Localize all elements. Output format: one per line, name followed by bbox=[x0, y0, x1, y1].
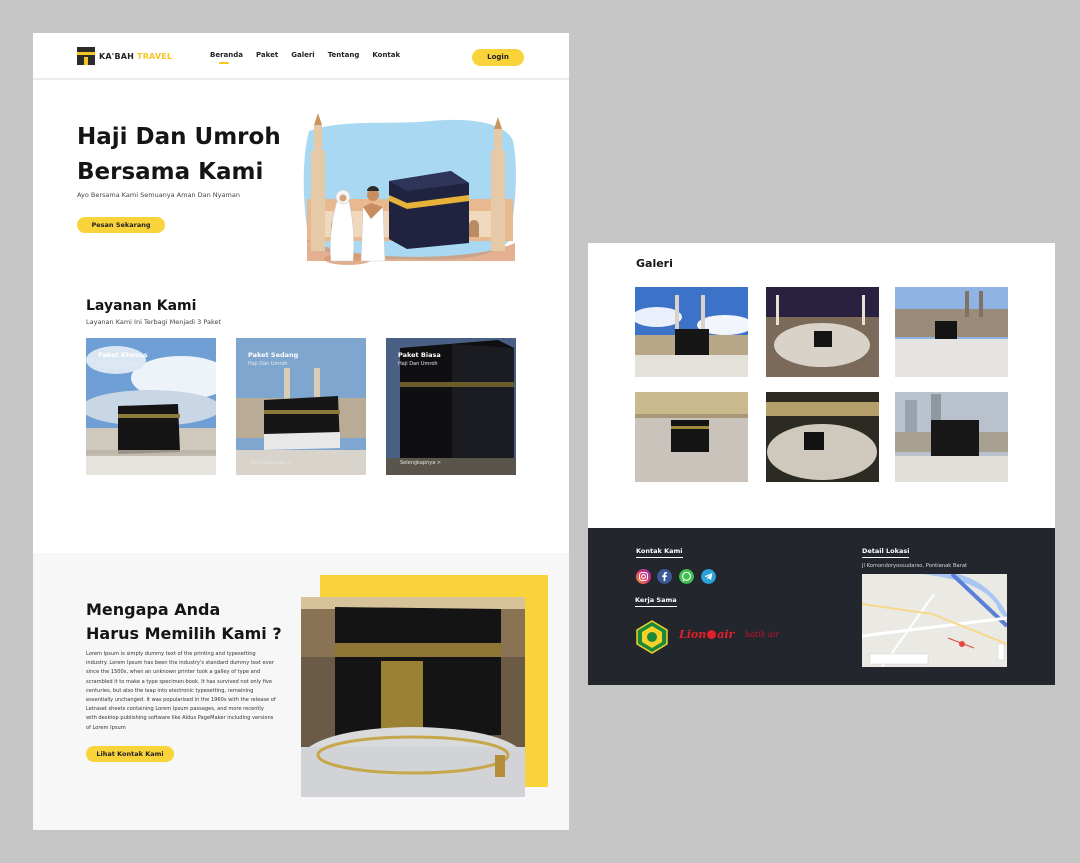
nav-link-kontak[interactable]: Kontak bbox=[372, 51, 400, 59]
view-contact-button[interactable]: Lihat Kontak Kami bbox=[86, 746, 174, 762]
contact-heading: Kontak Kami bbox=[636, 547, 683, 558]
whatsapp-icon[interactable] bbox=[679, 569, 694, 584]
nav-link-beranda[interactable]: Beranda bbox=[210, 51, 243, 64]
batik-air-logo: batik air bbox=[745, 630, 780, 639]
service-card-link[interactable]: Selengkapnya > bbox=[400, 460, 441, 466]
service-card-link[interactable]: Selengkapnya > bbox=[250, 460, 291, 466]
hero-title-line2: Bersama Kami bbox=[77, 159, 264, 185]
nav-menu: Beranda Paket Galeri Tentang Kontak bbox=[210, 51, 413, 64]
services-title: Layanan Kami bbox=[86, 298, 197, 314]
partners-heading: Kerja Sama bbox=[635, 596, 677, 607]
hero-subtitle: Ayo Bersama Kami Semuanya Aman Dan Nyama… bbox=[77, 191, 240, 199]
gallery-photo-2[interactable] bbox=[766, 287, 879, 377]
service-card-desc: Haji Dan Umroh bbox=[398, 361, 438, 367]
why-title-line1: Mengapa Anda bbox=[86, 600, 221, 619]
brand-logo[interactable]: KA'BAH TRAVEL bbox=[77, 47, 172, 65]
gallery-photo-6[interactable] bbox=[895, 392, 1008, 482]
why-body-text: Lorem Ipsum is simply dummy text of the … bbox=[86, 651, 276, 731]
facebook-icon[interactable] bbox=[657, 569, 672, 584]
lion-air-logo: Lion air bbox=[679, 628, 735, 641]
service-card-desc: Haji Dan Umroh bbox=[98, 361, 138, 367]
hero-title: Haji Dan Umroh Bersama Kami bbox=[77, 120, 307, 190]
gallery-photo-4[interactable] bbox=[635, 392, 748, 482]
gallery-footer-page: Galeri Kontak Kami Kerja Sama Lion air b… bbox=[588, 243, 1055, 685]
service-card-khusus[interactable]: Paket Khusus Haji Dan Umroh Selengkapnya… bbox=[86, 338, 216, 475]
nav-link-tentang[interactable]: Tentang bbox=[328, 51, 360, 59]
location-map[interactable] bbox=[862, 574, 1007, 667]
service-card-desc: Haji Dan Umroh bbox=[248, 361, 288, 367]
gallery-photo-1[interactable] bbox=[635, 287, 748, 377]
service-card-name: Paket Biasa bbox=[398, 351, 441, 359]
ministry-of-religion-logo bbox=[636, 620, 668, 654]
hero-title-line1: Haji Dan Umroh bbox=[77, 124, 281, 150]
order-now-button[interactable]: Pesan Sekarang bbox=[77, 217, 165, 233]
location-heading: Detail Lokasi bbox=[862, 547, 910, 558]
kaaba-closeup-photo bbox=[301, 597, 525, 797]
gallery-photo-5[interactable] bbox=[766, 392, 879, 482]
navbar: KA'BAH TRAVEL Beranda Paket Galeri Tenta… bbox=[33, 33, 569, 80]
nav-link-galeri[interactable]: Galeri bbox=[291, 51, 314, 59]
gallery-photo-3[interactable] bbox=[895, 287, 1008, 377]
landing-page: KA'BAH TRAVEL Beranda Paket Galeri Tenta… bbox=[33, 33, 569, 830]
service-card-name: Paket Khusus bbox=[98, 351, 148, 359]
why-title: Mengapa Anda Harus Memilih Kami ? bbox=[86, 598, 306, 646]
brand-name: KA'BAH TRAVEL bbox=[99, 51, 173, 61]
service-card-biasa[interactable]: Paket Biasa Haji Dan Umroh Selengkapnya … bbox=[386, 338, 516, 475]
service-card-sedang[interactable]: Paket Sedang Haji Dan Umroh Selengkapnya… bbox=[236, 338, 366, 475]
login-button[interactable]: Login bbox=[472, 49, 524, 66]
why-choose-us-section: Mengapa Anda Harus Memilih Kami ? Lorem … bbox=[33, 553, 569, 830]
service-card-name: Paket Sedang bbox=[248, 351, 299, 359]
services-subtitle: Layanan Kami Ini Terbagi Menjadi 3 Paket bbox=[86, 318, 222, 326]
location-address: Jl Komondoryossudarso, Pontianak Barat bbox=[862, 563, 968, 569]
footer: Kontak Kami Kerja Sama Lion air batik ai… bbox=[588, 528, 1055, 685]
hero-kaaba-illustration bbox=[303, 113, 516, 265]
telegram-icon[interactable] bbox=[701, 569, 716, 584]
gallery-title: Galeri bbox=[636, 257, 673, 270]
nav-link-paket[interactable]: Paket bbox=[256, 51, 278, 59]
instagram-icon[interactable] bbox=[636, 569, 651, 584]
why-title-line2: Harus Memilih Kami ? bbox=[86, 624, 282, 643]
kaaba-logo-icon bbox=[77, 47, 95, 65]
service-card-link[interactable]: Selengkapnya > bbox=[100, 460, 141, 466]
